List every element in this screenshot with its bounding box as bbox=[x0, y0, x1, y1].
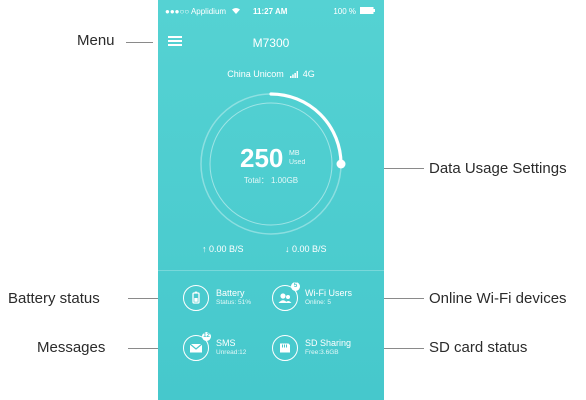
battery-tile[interactable]: Battery Status: 51% bbox=[183, 285, 283, 315]
envelope-icon bbox=[189, 343, 203, 353]
arrow-down-icon: ↓ bbox=[285, 244, 290, 254]
phone-screen: ●●●○○ Applidium 11:27 AM 100 % M7300 Chi… bbox=[158, 0, 384, 400]
annotation-sd: SD card status bbox=[429, 339, 528, 356]
battery-status-icon bbox=[192, 291, 200, 304]
annotation-line-menu bbox=[126, 42, 153, 43]
upload-speed: ↑ 0.00 B/S bbox=[202, 244, 244, 254]
usage-unit: MB bbox=[289, 150, 300, 157]
sms-unread: Unread:12 bbox=[216, 349, 247, 356]
sd-card-icon bbox=[280, 343, 290, 353]
battery-circle bbox=[183, 285, 209, 311]
wifi-users-label: Wi-Fi Users bbox=[305, 288, 352, 298]
wifi-users-tile[interactable]: 5 Wi-Fi Users Online: 5 bbox=[272, 282, 372, 315]
annotation-messages: Messages bbox=[37, 339, 106, 356]
data-usage-ring[interactable] bbox=[158, 0, 384, 260]
usage-total: Total： 1.00GB bbox=[243, 176, 299, 185]
sd-free-space: Free:3.6GB bbox=[305, 349, 339, 356]
usage-value: 250 bbox=[240, 143, 284, 173]
annotation-menu: Menu bbox=[77, 32, 115, 49]
ring-progress-knob bbox=[336, 159, 346, 169]
download-speed: ↓ 0.00 B/S bbox=[285, 244, 327, 254]
sd-sharing-label: SD Sharing bbox=[305, 338, 352, 348]
sd-sharing-tile[interactable]: SD Sharing Free:3.6GB bbox=[272, 335, 372, 365]
arrow-up-icon: ↑ bbox=[202, 244, 207, 254]
wifi-users-online: Online: 5 bbox=[305, 299, 332, 306]
upload-speed-value: 0.00 B/S bbox=[209, 244, 244, 254]
users-icon bbox=[278, 293, 292, 303]
download-speed-value: 0.00 B/S bbox=[292, 244, 327, 254]
annotation-wifi: Online Wi-Fi devices bbox=[429, 290, 567, 307]
sms-unread-badge: 12 bbox=[202, 332, 211, 341]
battery-status: Status: 51% bbox=[216, 299, 252, 306]
sd-circle bbox=[272, 335, 298, 361]
usage-used-label: Used bbox=[289, 159, 306, 166]
battery-label: Battery bbox=[216, 288, 245, 298]
annotation-battery: Battery status bbox=[8, 290, 100, 307]
sms-label: SMS bbox=[216, 338, 236, 348]
sms-tile[interactable]: 12 SMS Unread:12 bbox=[183, 332, 283, 365]
section-divider bbox=[158, 270, 384, 271]
wifi-users-badge: 5 bbox=[291, 282, 300, 291]
annotation-data-usage: Data Usage Settings bbox=[429, 160, 567, 177]
